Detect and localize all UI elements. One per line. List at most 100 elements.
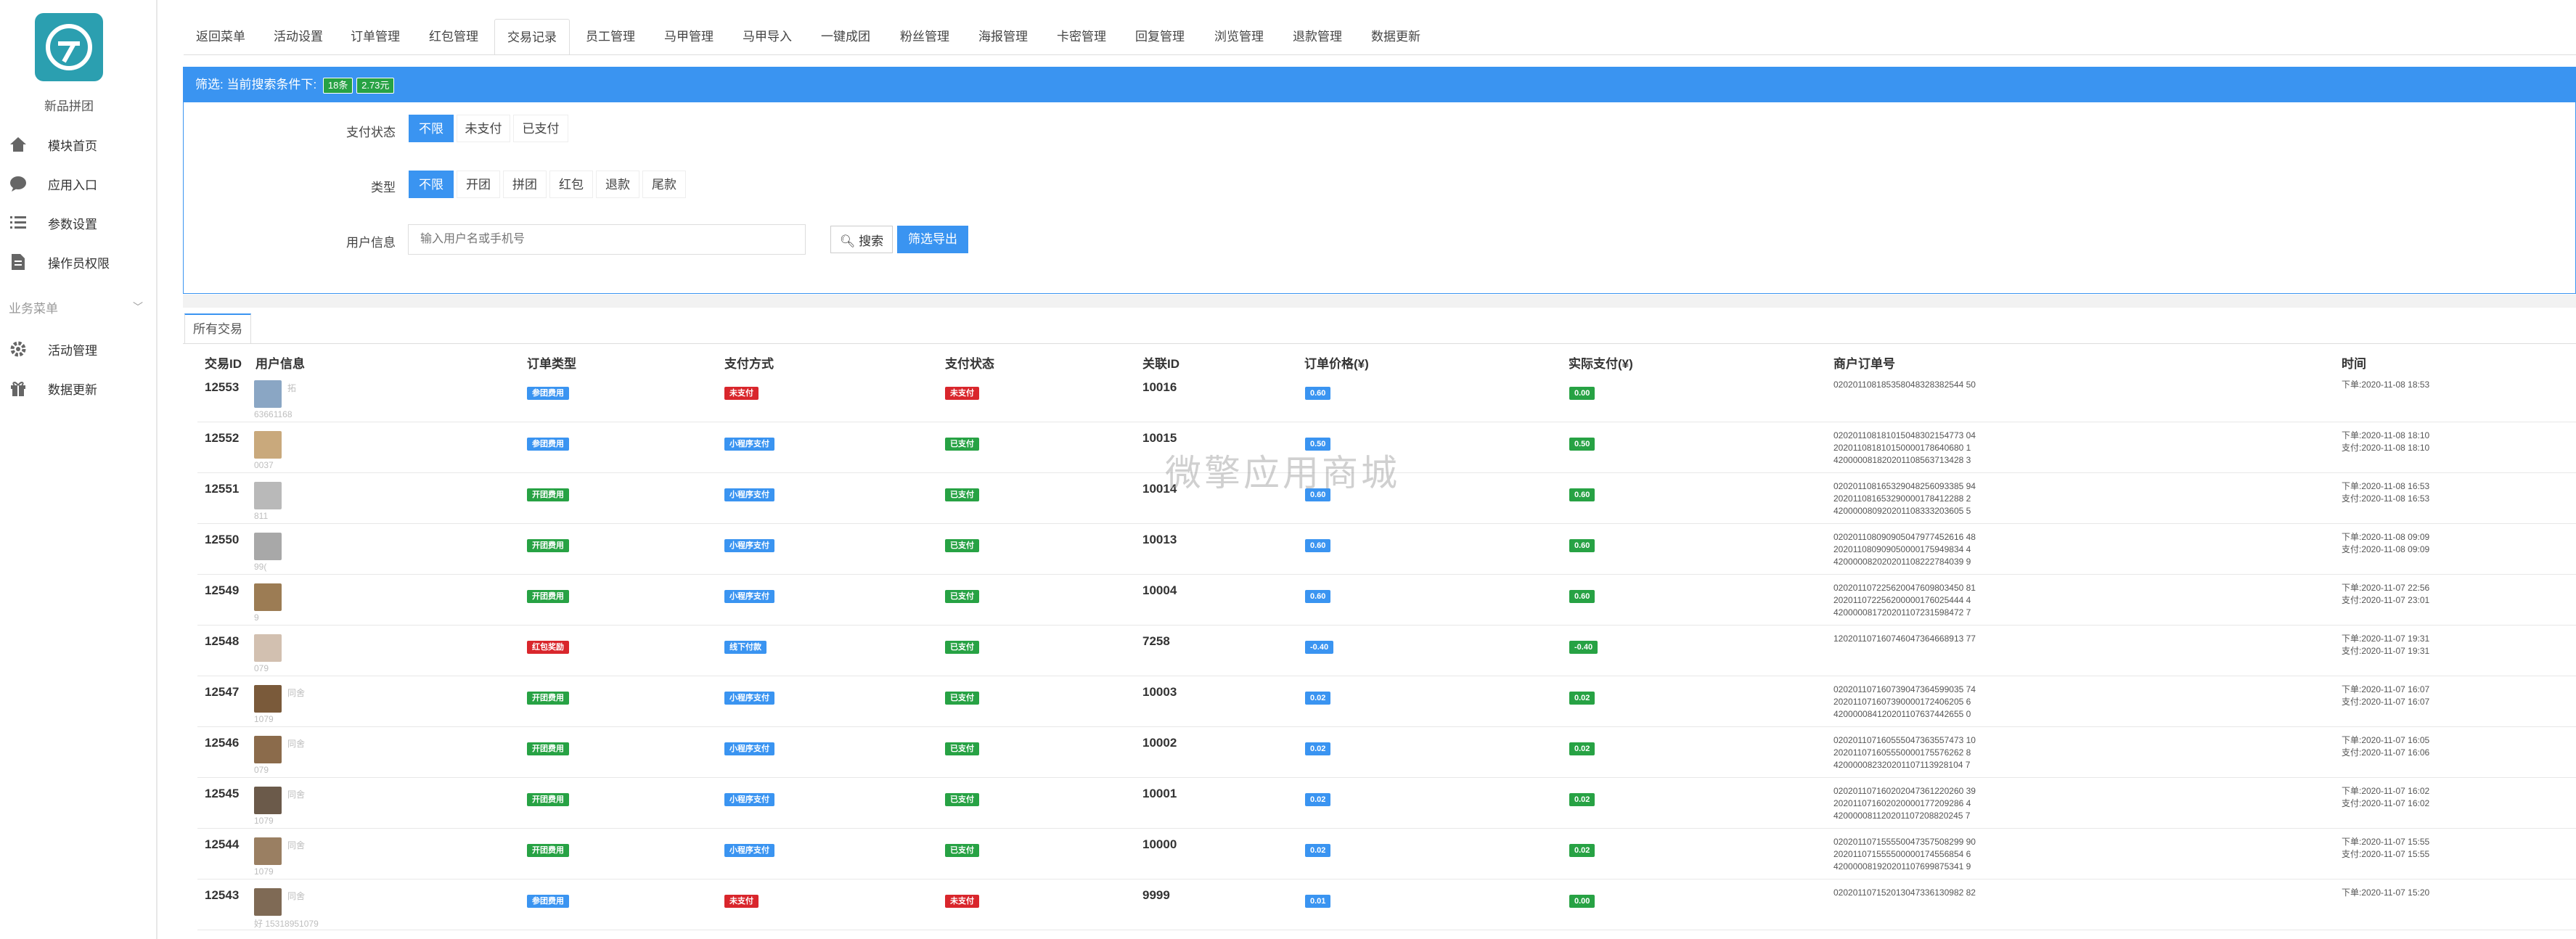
tab-vest-import[interactable]: 马甲导入	[730, 19, 804, 55]
col-header-paid: 实际支付(¥)	[1569, 357, 1633, 371]
filter-header-text: 筛选: 当前搜索条件下:	[195, 78, 317, 91]
transaction-time: 下单:2020-11-07 16:02	[2342, 786, 2430, 796]
user-name: 同舍	[287, 688, 306, 698]
pay-status-badge: 已支付	[945, 742, 979, 755]
user-phone: 0037	[254, 460, 274, 470]
transaction-times: 下单:2020-11-07 16:07 支付:2020-11-07 16:07	[2342, 684, 2429, 708]
sidebar-item-permissions[interactable]: 操作员权限	[0, 242, 158, 282]
transaction-time: 下单:2020-11-07 15:55	[2342, 837, 2430, 847]
ref-id: 10003	[1142, 685, 1177, 699]
ref-id: 10004	[1142, 583, 1177, 597]
merchant-order-number: 020201107160202047361220260 39	[1833, 786, 1976, 796]
ref-id: 10013	[1142, 533, 1177, 546]
order-type-badge: 开团费用	[527, 590, 569, 603]
ref-id: 10002	[1142, 736, 1177, 750]
user-search-input[interactable]	[408, 224, 806, 255]
type-option-balance[interactable]: 尾款	[642, 171, 686, 198]
merchant-order-number: 120201107160746047364668913 77	[1833, 633, 1976, 644]
order-type-badge: 开团费用	[527, 539, 569, 552]
ref-id: 9999	[1142, 888, 1170, 902]
sidebar-item-home[interactable]: 模块首页	[0, 125, 158, 164]
merchant-order-numbers: 020201108181015048302154773 04 2020110818…	[1833, 430, 1976, 467]
type-option-group[interactable]: 拼团	[503, 171, 547, 198]
tab-transactions[interactable]: 交易记录	[494, 19, 570, 55]
tab-refunds[interactable]: 退款管理	[1280, 19, 1355, 55]
transaction-id: 12544	[205, 837, 240, 851]
pay-status-badge: 未支付	[945, 387, 979, 400]
type-option-redpacket[interactable]: 红包	[549, 171, 593, 198]
transaction-time: 支付:2020-11-08 18:10	[2342, 443, 2430, 453]
tab-browsing[interactable]: 浏览管理	[1201, 19, 1277, 55]
type-option-refund[interactable]: 退款	[596, 171, 639, 198]
tab-staff[interactable]: 员工管理	[573, 19, 647, 55]
tab-posters[interactable]: 海报管理	[965, 19, 1041, 55]
app-logo[interactable]	[35, 13, 103, 81]
tab-red-packets[interactable]: 红包管理	[417, 19, 490, 55]
merchant-order-numbers: 020201107155550047357508299 90 2020110715…	[1833, 836, 1976, 873]
merchant-order-numbers: 020201107160202047361220260 39 2020110716…	[1833, 785, 1976, 822]
tab-fans[interactable]: 粉丝管理	[887, 19, 962, 55]
transaction-time: 支付:2020-11-07 16:07	[2342, 697, 2430, 707]
merchant-order-number: 202011071607390000172406205 6	[1833, 697, 1971, 707]
tab-vests[interactable]: 马甲管理	[652, 19, 726, 55]
order-type-badge: 开团费用	[527, 488, 569, 501]
user-phone: 1079	[254, 816, 274, 826]
user-info-label: 用户信息	[346, 236, 396, 250]
table-row: 12548 079 红包奖励 线下付款 已支付 7258 -0.40 -0.40 1202011…	[197, 626, 2576, 676]
table-row: 12550 99(开团费用 小程序支付 已支付 10013 0.60 0.60 0202011…	[197, 524, 2576, 575]
tab-activity-settings[interactable]: 活动设置	[261, 19, 335, 55]
tabs-divider	[184, 54, 2576, 55]
sidebar-item-label: 模块首页	[48, 139, 97, 153]
user-phone: 9	[254, 612, 259, 623]
transaction-id: 12547	[205, 685, 240, 699]
pay-method-badge: 小程序支付	[724, 844, 774, 857]
tab-data-update[interactable]: 数据更新	[1358, 19, 1434, 55]
tab-card-secrets[interactable]: 卡密管理	[1044, 19, 1119, 55]
transaction-time: 支付:2020-11-08 16:53	[2342, 493, 2430, 504]
price-badge: -0.40	[1305, 641, 1334, 654]
sidebar-item-data-update[interactable]: 数据更新	[0, 369, 158, 408]
transaction-times: 下单:2020-11-08 09:09 支付:2020-11-08 09:09	[2342, 531, 2429, 556]
user-name: 拓	[287, 383, 297, 393]
merchant-order-number: 020201108185358048328382544 50	[1833, 380, 1976, 390]
search-button[interactable]: 🔍︎ 搜索	[830, 226, 893, 253]
col-header-pay-method: 支付方式	[724, 357, 774, 371]
transaction-time: 下单:2020-11-07 16:05	[2342, 735, 2430, 745]
sidebar-item-settings[interactable]: 参数设置	[0, 203, 158, 242]
export-button[interactable]: 筛选导出	[897, 226, 968, 253]
merchant-order-number: 020201107225620047609803450 81	[1833, 583, 1976, 593]
merchant-order-numbers: 020201107160555047363557473 10 2020110716…	[1833, 734, 1976, 771]
pay-status-badge: 已支付	[945, 844, 979, 857]
table-row: 12549 9 开团费用 小程序支付 已支付 10004 0.60 0.60 020201107…	[197, 575, 2576, 626]
pay-method-badge: 小程序支付	[724, 539, 774, 552]
search-button-label: 搜索	[859, 234, 884, 248]
transaction-time: 支付:2020-11-07 16:02	[2342, 798, 2430, 808]
pay-status-option-paid[interactable]: 已支付	[513, 115, 568, 142]
type-label: 类型	[371, 181, 396, 194]
chevron-down-icon[interactable]: ﹀	[133, 300, 143, 314]
merchant-order-numbers: 020201107152013047336130982 82	[1833, 887, 1976, 899]
paid-badge: 0.60	[1569, 590, 1595, 603]
pay-status-option-any[interactable]: 不限	[409, 115, 454, 142]
merchant-order-number: 202011071605550000175576262 8	[1833, 747, 1971, 758]
col-header-merchant-no: 商户订单号	[1833, 357, 1895, 371]
type-option-any[interactable]: 不限	[409, 171, 454, 198]
price-badge: 0.02	[1305, 844, 1331, 857]
avatar	[254, 787, 282, 814]
tab-replies[interactable]: 回复管理	[1122, 19, 1198, 55]
merchant-order-numbers: 020201108185358048328382544 50	[1833, 379, 1976, 391]
type-option-open[interactable]: 开团	[457, 171, 500, 198]
tab-all-transactions[interactable]: 所有交易	[184, 313, 251, 344]
pay-status-option-unpaid[interactable]: 未支付	[457, 115, 510, 142]
count-badge: 18条	[322, 77, 353, 94]
transaction-time: 支付:2020-11-07 16:06	[2342, 747, 2430, 758]
tab-orders[interactable]: 订单管理	[339, 19, 412, 55]
merchant-order-numbers: 020201108090905047977452616 48 2020110809…	[1833, 531, 1976, 568]
tab-one-click-group[interactable]: 一键成团	[808, 19, 883, 55]
sidebar-item-activity[interactable]: 活动管理	[0, 329, 158, 369]
merchant-order-number: 020201108165329048256093385 94	[1833, 481, 1976, 491]
transaction-time: 下单:2020-11-07 22:56	[2342, 583, 2430, 593]
sidebar-item-entry[interactable]: 应用入口	[0, 164, 158, 203]
tab-back-menu[interactable]: 返回菜单	[184, 19, 258, 55]
order-type-badge: 红包奖励	[527, 641, 569, 654]
